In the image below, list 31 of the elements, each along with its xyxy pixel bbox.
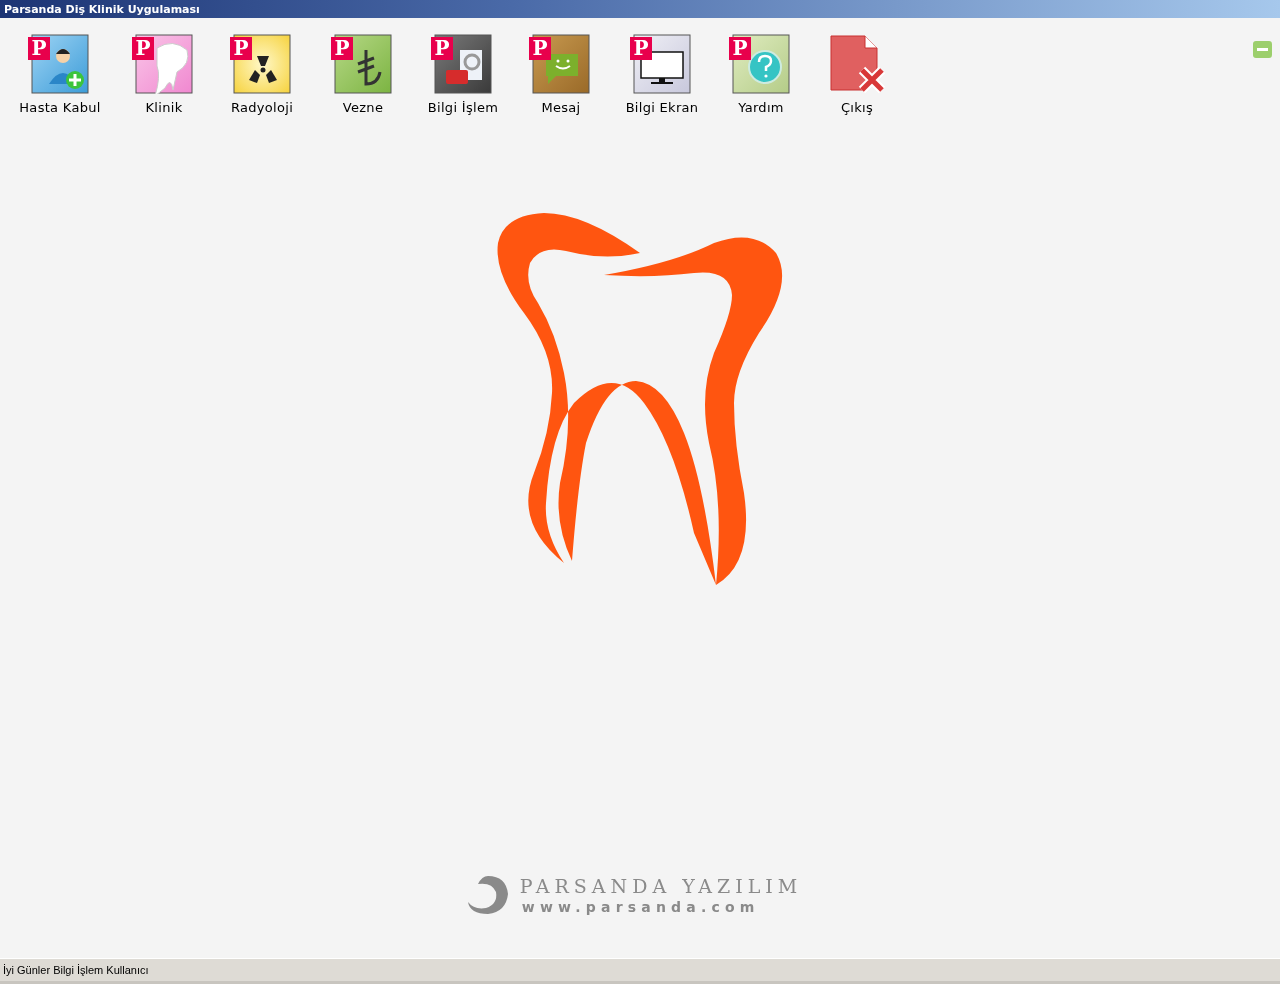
question-icon xyxy=(732,34,790,94)
toolbar-button[interactable]: Çıkış xyxy=(810,34,904,115)
toolbar-button[interactable]: P Mesaj xyxy=(510,34,612,115)
document-delete-icon xyxy=(828,34,886,94)
toolbar-button[interactable]: P Yardım xyxy=(712,34,810,115)
p-badge: P xyxy=(529,37,551,60)
tooth-icon xyxy=(135,34,193,94)
toolbar-button[interactable]: P Vezne xyxy=(310,34,416,115)
radiation-icon xyxy=(233,34,291,94)
gear-toolbox-icon xyxy=(434,34,492,94)
patient-add-icon xyxy=(31,34,89,94)
website-text: www.parsanda.com xyxy=(520,899,761,915)
monitor-icon xyxy=(633,34,691,94)
toolbar-button[interactable]: P Klinik xyxy=(114,34,214,115)
p-badge: P xyxy=(28,37,50,60)
toolbar-button[interactable]: P Radyoloji xyxy=(214,34,310,115)
p-badge: P xyxy=(431,37,453,60)
lira-icon xyxy=(334,34,392,94)
p-badge: P xyxy=(132,37,154,60)
toolbar-button[interactable]: P Hasta Kabul xyxy=(6,34,114,115)
p-badge: P xyxy=(230,37,252,60)
p-badge: P xyxy=(630,37,652,60)
toolbar-button[interactable]: P Bilgi İşlem xyxy=(416,34,510,115)
chat-bubble-icon xyxy=(532,34,590,94)
p-badge: P xyxy=(729,37,751,60)
window-title: Parsanda Diş Klinik Uygulaması xyxy=(4,2,200,16)
status-text: İyi Günler Bilgi İşlem Kullanıcı xyxy=(3,964,149,976)
p-badge: P xyxy=(331,37,353,60)
minimize-button[interactable] xyxy=(1253,41,1272,58)
brand-name: PARSANDA YAZILIM xyxy=(519,875,803,897)
toolbar-button[interactable]: P Bilgi Ekran xyxy=(612,34,712,115)
